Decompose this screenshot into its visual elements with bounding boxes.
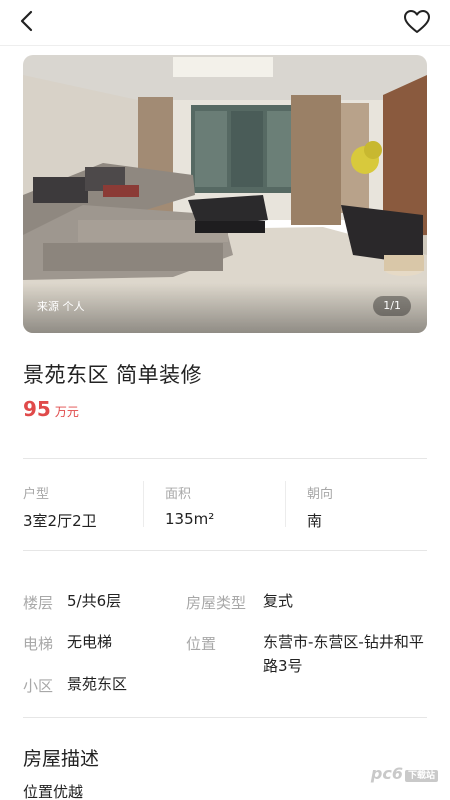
site-watermark: pc6 下载站 — [371, 764, 438, 783]
listing-price: 95 万元 — [23, 397, 79, 421]
stat-value: 南 — [307, 512, 323, 530]
price-unit: 万元 — [54, 405, 79, 419]
location-label: 位置 — [186, 635, 217, 653]
back-button[interactable] — [14, 8, 42, 36]
location-value: 东营市-东营区-钻井和平路3号 — [263, 633, 424, 675]
stat-layout: 户型 3室2厅2卫 — [23, 483, 97, 531]
floor-label: 楼层 — [23, 594, 54, 612]
stat-orientation: 朝向 南 — [307, 483, 333, 531]
house-type-value: 复式 — [263, 592, 294, 610]
heart-outline-icon — [404, 10, 430, 33]
floor-value: 5/共6层 — [67, 592, 122, 610]
stat-label: 户型 — [23, 487, 50, 502]
listing-title: 景苑东区 简单装修 — [23, 363, 203, 387]
stat-separator — [285, 481, 286, 527]
photo-source-label: 来源 个人 — [37, 300, 85, 313]
divider — [23, 717, 427, 718]
favorite-button[interactable] — [402, 7, 432, 37]
chevron-left-icon — [20, 10, 33, 32]
price-value: 95 — [23, 397, 51, 421]
divider — [23, 458, 427, 459]
listing-photo[interactable]: 来源 个人 1/1 — [23, 55, 427, 333]
community-value: 景苑东区 — [67, 675, 128, 693]
stat-value: 3室2厅2卫 — [23, 512, 97, 530]
description-title: 房屋描述 — [23, 748, 100, 770]
house-type-label: 房屋类型 — [186, 594, 247, 612]
stat-label: 面积 — [165, 487, 192, 502]
stat-value: 135m² — [165, 510, 215, 528]
elevator-label: 电梯 — [23, 635, 54, 653]
watermark-suffix: 下载站 — [404, 770, 438, 782]
description-text: 位置优越 — [23, 783, 84, 800]
watermark-text: pc6 — [370, 764, 403, 783]
top-bar — [0, 0, 450, 46]
stat-separator — [143, 481, 144, 527]
community-label: 小区 — [23, 677, 54, 695]
stat-label: 朝向 — [307, 487, 334, 502]
photo-counter-badge: 1/1 — [373, 296, 411, 316]
divider — [23, 550, 427, 551]
elevator-value: 无电梯 — [67, 633, 113, 651]
stat-area: 面积 135m² — [165, 483, 214, 528]
